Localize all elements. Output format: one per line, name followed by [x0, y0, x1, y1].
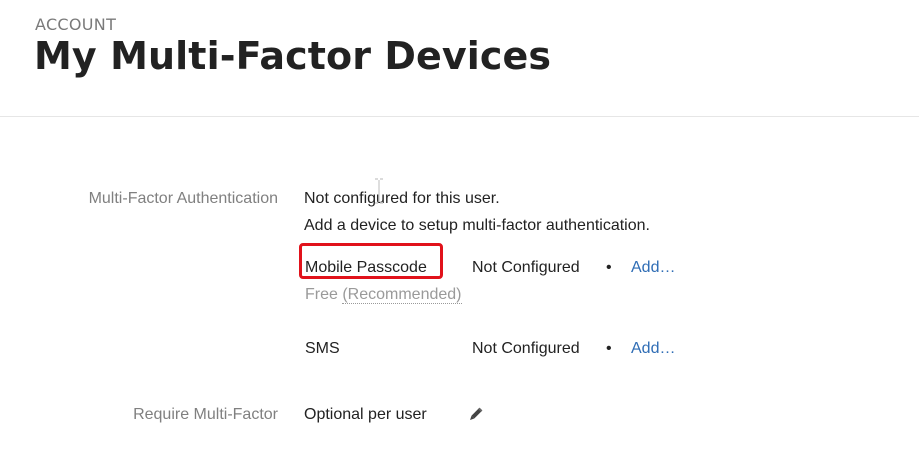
device-name-mobile-passcode: Mobile Passcode [305, 259, 427, 276]
mfa-label: Multi-Factor Authentication [88, 190, 278, 207]
require-mfa-label: Require Multi-Factor [133, 406, 278, 423]
recommended-tooltip-text[interactable]: (Recommended) [342, 286, 462, 304]
mobile-passcode-note: Free (Recommended) [305, 286, 462, 304]
device-status-mobile-passcode: Not Configured [472, 259, 580, 276]
device-name-sms: SMS [305, 340, 340, 357]
device-status-sms: Not Configured [472, 340, 580, 357]
separator-bullet: • [606, 340, 612, 357]
page-header: ACCOUNT My Multi-Factor Devices [0, 0, 919, 117]
mfa-status-text: Not configured for this user. [304, 190, 500, 207]
require-mfa-value: Optional per user [304, 406, 427, 423]
pencil-icon[interactable] [466, 406, 484, 424]
add-mobile-passcode-link[interactable]: Add… [631, 259, 675, 277]
section-eyebrow: ACCOUNT [35, 15, 117, 34]
pencil-icon-glyph [470, 407, 483, 420]
separator-bullet: • [606, 259, 612, 276]
page-title: My Multi-Factor Devices [34, 34, 552, 78]
mfa-instructions-text: Add a device to setup multi-factor authe… [304, 217, 650, 234]
note-free-text: Free [305, 286, 343, 303]
add-sms-link[interactable]: Add… [631, 340, 675, 358]
